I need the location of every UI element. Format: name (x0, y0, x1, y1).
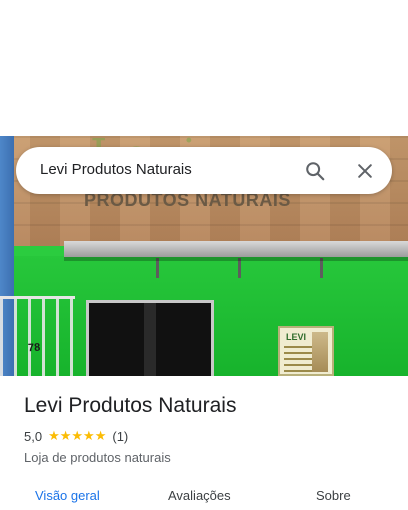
search-bar[interactable]: Levi Produtos Naturais (16, 147, 392, 194)
ceiling-lights (80, 258, 400, 278)
awning-shadow (64, 257, 408, 261)
review-count[interactable]: (1) (112, 429, 128, 444)
search-button[interactable] (300, 156, 330, 186)
place-category: Loja de produtos naturais (24, 450, 171, 465)
place-title: Levi Produtos Naturais (24, 394, 237, 417)
place-screen: Levi PRODUTOS NATURAIS 78 LEVI Levi Prod… (0, 0, 408, 510)
close-button[interactable] (350, 156, 380, 186)
rating-value: 5,0 (24, 428, 43, 444)
tab-bar: Visão geral Avaliações Sobre (0, 478, 408, 510)
search-input[interactable]: Levi Produtos Naturais (40, 161, 192, 178)
railing (0, 296, 75, 376)
tab-overview[interactable]: Visão geral (35, 488, 100, 503)
door-number: 78 (27, 341, 41, 355)
search-icon (306, 162, 325, 181)
close-icon (358, 164, 372, 178)
tab-reviews[interactable]: Avaliações (168, 488, 231, 503)
poster-image (312, 332, 328, 372)
poster-title: LEVI (286, 332, 307, 342)
tab-about[interactable]: Sobre (316, 488, 351, 503)
poster-text-lines (284, 346, 312, 372)
star-rating-icon: ★★★★★ (48, 428, 107, 443)
glass-door (86, 300, 214, 376)
awning (64, 241, 408, 257)
rating-row[interactable]: 5,0 ★★★★★ (1) (24, 428, 128, 444)
store-poster: LEVI (278, 326, 334, 376)
